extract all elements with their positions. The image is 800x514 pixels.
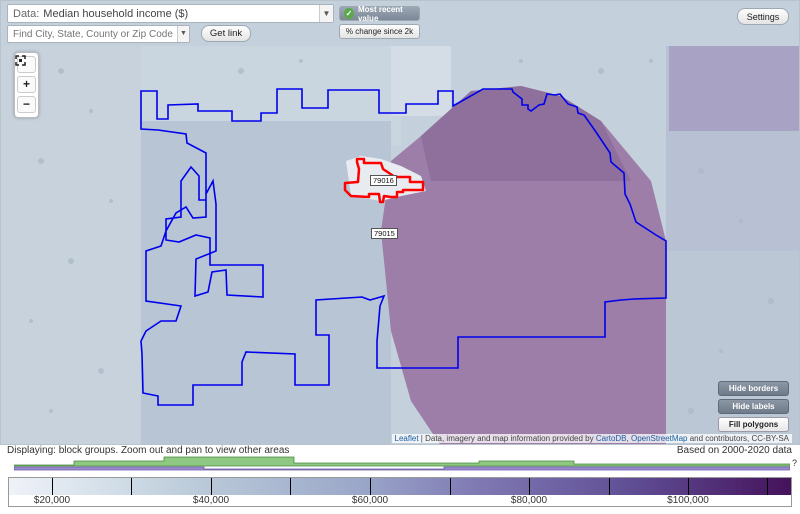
legend-tick bbox=[370, 478, 371, 495]
search-dropdown-icon[interactable]: ▼ bbox=[177, 26, 189, 42]
map-view[interactable]: 79016 79015 + − Hide borders Hide labels… bbox=[0, 0, 800, 445]
color-legend: $20,000 $40,000 $60,000 $80,000 $100,000 bbox=[8, 477, 792, 507]
get-link-button[interactable]: Get link bbox=[201, 25, 251, 42]
legend-tick bbox=[211, 478, 212, 495]
legend-tick bbox=[52, 478, 53, 495]
distribution-histogram bbox=[14, 456, 790, 471]
leaflet-link[interactable]: Leaflet bbox=[395, 434, 419, 443]
legend-tick bbox=[767, 478, 768, 495]
check-icon: ✓ bbox=[344, 8, 354, 19]
fill-polygons-button[interactable]: Fill polygons bbox=[718, 417, 789, 432]
legend-label: $60,000 bbox=[351, 495, 389, 506]
settings-button[interactable]: Settings bbox=[737, 8, 789, 25]
map-canvas bbox=[1, 1, 799, 444]
attribution-text: | Data, imagery and map information prov… bbox=[418, 434, 596, 443]
legend-tick bbox=[688, 478, 689, 495]
hide-borders-button[interactable]: Hide borders bbox=[718, 381, 789, 396]
data-select-prefix: Data: bbox=[13, 7, 40, 20]
zip-label-79016[interactable]: 79016 bbox=[370, 175, 397, 186]
legend-label: $40,000 bbox=[192, 495, 230, 506]
carto-link[interactable]: CartoDB bbox=[596, 434, 627, 443]
map-attribution: Leaflet | Data, imagery and map informat… bbox=[391, 434, 792, 443]
legend-label: $100,000 bbox=[667, 495, 709, 506]
zoom-control: + − bbox=[14, 52, 39, 118]
legend-label: $20,000 bbox=[33, 495, 71, 506]
change-since-2k-button[interactable]: % change since 2k bbox=[339, 24, 420, 39]
histogram-more: ? bbox=[791, 458, 797, 468]
attribution-tail: and contributors, CC-BY-SA bbox=[687, 434, 789, 443]
legend-tick bbox=[609, 478, 610, 495]
data-select-value: Median household income ($) bbox=[43, 7, 189, 20]
most-recent-button[interactable]: ✓ Most recent value bbox=[339, 4, 420, 23]
search-input[interactable] bbox=[7, 25, 190, 43]
fullscreen-button[interactable] bbox=[15, 55, 36, 73]
zoom-in-button[interactable]: + bbox=[17, 76, 36, 93]
zoom-out-button[interactable]: − bbox=[17, 96, 36, 113]
legend-tick bbox=[450, 478, 451, 495]
hide-labels-button[interactable]: Hide labels bbox=[718, 399, 789, 414]
zip-label-79015[interactable]: 79015 bbox=[371, 228, 398, 239]
osm-link[interactable]: OpenStreetMap bbox=[631, 434, 687, 443]
data-select[interactable]: Data: Median household income ($) ▼ bbox=[7, 4, 334, 23]
legend-tick bbox=[131, 478, 132, 495]
most-recent-label: Most recent value bbox=[357, 4, 403, 23]
legend-tick bbox=[290, 478, 291, 495]
legend-gradient bbox=[9, 478, 791, 495]
legend-label: $80,000 bbox=[510, 495, 548, 506]
legend-tick bbox=[529, 478, 530, 495]
chevron-down-icon: ▼ bbox=[319, 5, 333, 22]
fullscreen-icon bbox=[15, 55, 26, 66]
